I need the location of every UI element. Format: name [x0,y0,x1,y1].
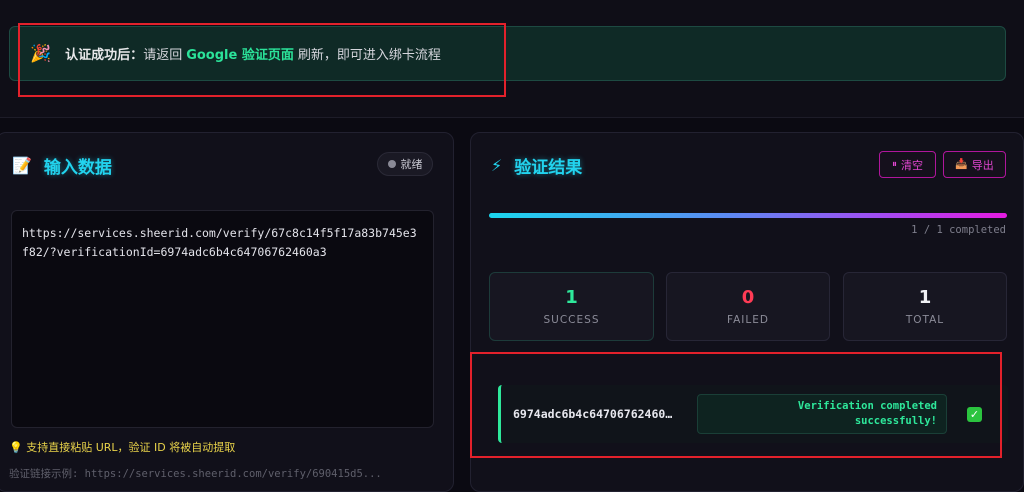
success-label: SUCCESS [543,314,600,326]
notice-text-before: 请返回 [143,48,183,63]
success-count: 1 [565,287,578,308]
memo-icon: 📝 [12,156,32,175]
progress-bar [489,213,1007,218]
total-label: TOTAL [905,314,945,326]
google-verify-page-link[interactable]: Google 验证页面 [186,44,294,63]
lightning-icon: ⚡ [491,156,503,175]
success-check-icon: ✓ [967,406,982,422]
status-text: 就绪 [400,158,423,171]
result-message-line2: successfully! [854,415,937,427]
input-panel-title: 📝 输入数据 [12,153,112,178]
input-panel-title-text: 输入数据 [43,158,112,178]
tray-icon: 📥 [955,159,968,170]
paste-tip: 💡 支持直接粘贴 URL，验证 ID 将被自动提取 [9,441,236,454]
notice-lead: 认证成功后： [65,48,144,63]
url-input-textarea[interactable]: https://services.sheerid.com/verify/67c8… [11,210,434,428]
progress-label: 1 / 1 completed [911,224,1006,236]
clear-button-label: 清空 [901,158,923,172]
result-panel-title-text: 验证结果 [514,158,583,178]
success-notice-banner: 🎉 认证成功后： 请返回 Google 验证页面 刷新，即可进入绑卡流程 [9,26,1006,81]
failed-count: 0 [741,287,755,308]
export-button-label: 导出 [971,158,994,172]
stat-success-card: 1 SUCCESS [489,272,654,341]
export-button[interactable]: 📥 导出 [943,151,1006,178]
result-panel-title: ⚡ 验证结果 [491,153,582,178]
pause-bars-icon: ⏸ [892,159,897,170]
result-verification-id: 6974adc6b4c64706762460… [513,407,673,421]
result-message-line1: Verification completed [797,400,937,412]
result-panel: ⚡ 验证结果 ⏸ 清空 📥 导出 1 / 1 completed 1 SUCCE… [470,132,1024,492]
result-list-item: 6974adc6b4c64706762460… Verification com… [498,385,1008,443]
top-notice-section: 🎉 认证成功后： 请返回 Google 验证页面 刷新，即可进入绑卡流程 [0,0,1024,118]
total-count: 1 [918,287,932,308]
status-dot-icon [387,160,396,168]
example-link-text: 验证链接示例: https://services.sheerid.com/ver… [9,468,382,480]
result-message: Verification completed successfully! [697,394,947,434]
stat-total-card: 1 TOTAL [843,272,1007,341]
notice-text-after: 刷新，即可进入绑卡流程 [297,48,441,63]
status-badge: 就绪 [377,152,433,176]
failed-label: FAILED [727,314,769,326]
party-popper-icon: 🎉 [30,43,52,64]
clear-button[interactable]: ⏸ 清空 [879,151,936,178]
stat-failed-card: 0 FAILED [666,272,830,341]
input-panel: 📝 输入数据 就绪 https://services.sheerid.com/v… [0,132,454,492]
